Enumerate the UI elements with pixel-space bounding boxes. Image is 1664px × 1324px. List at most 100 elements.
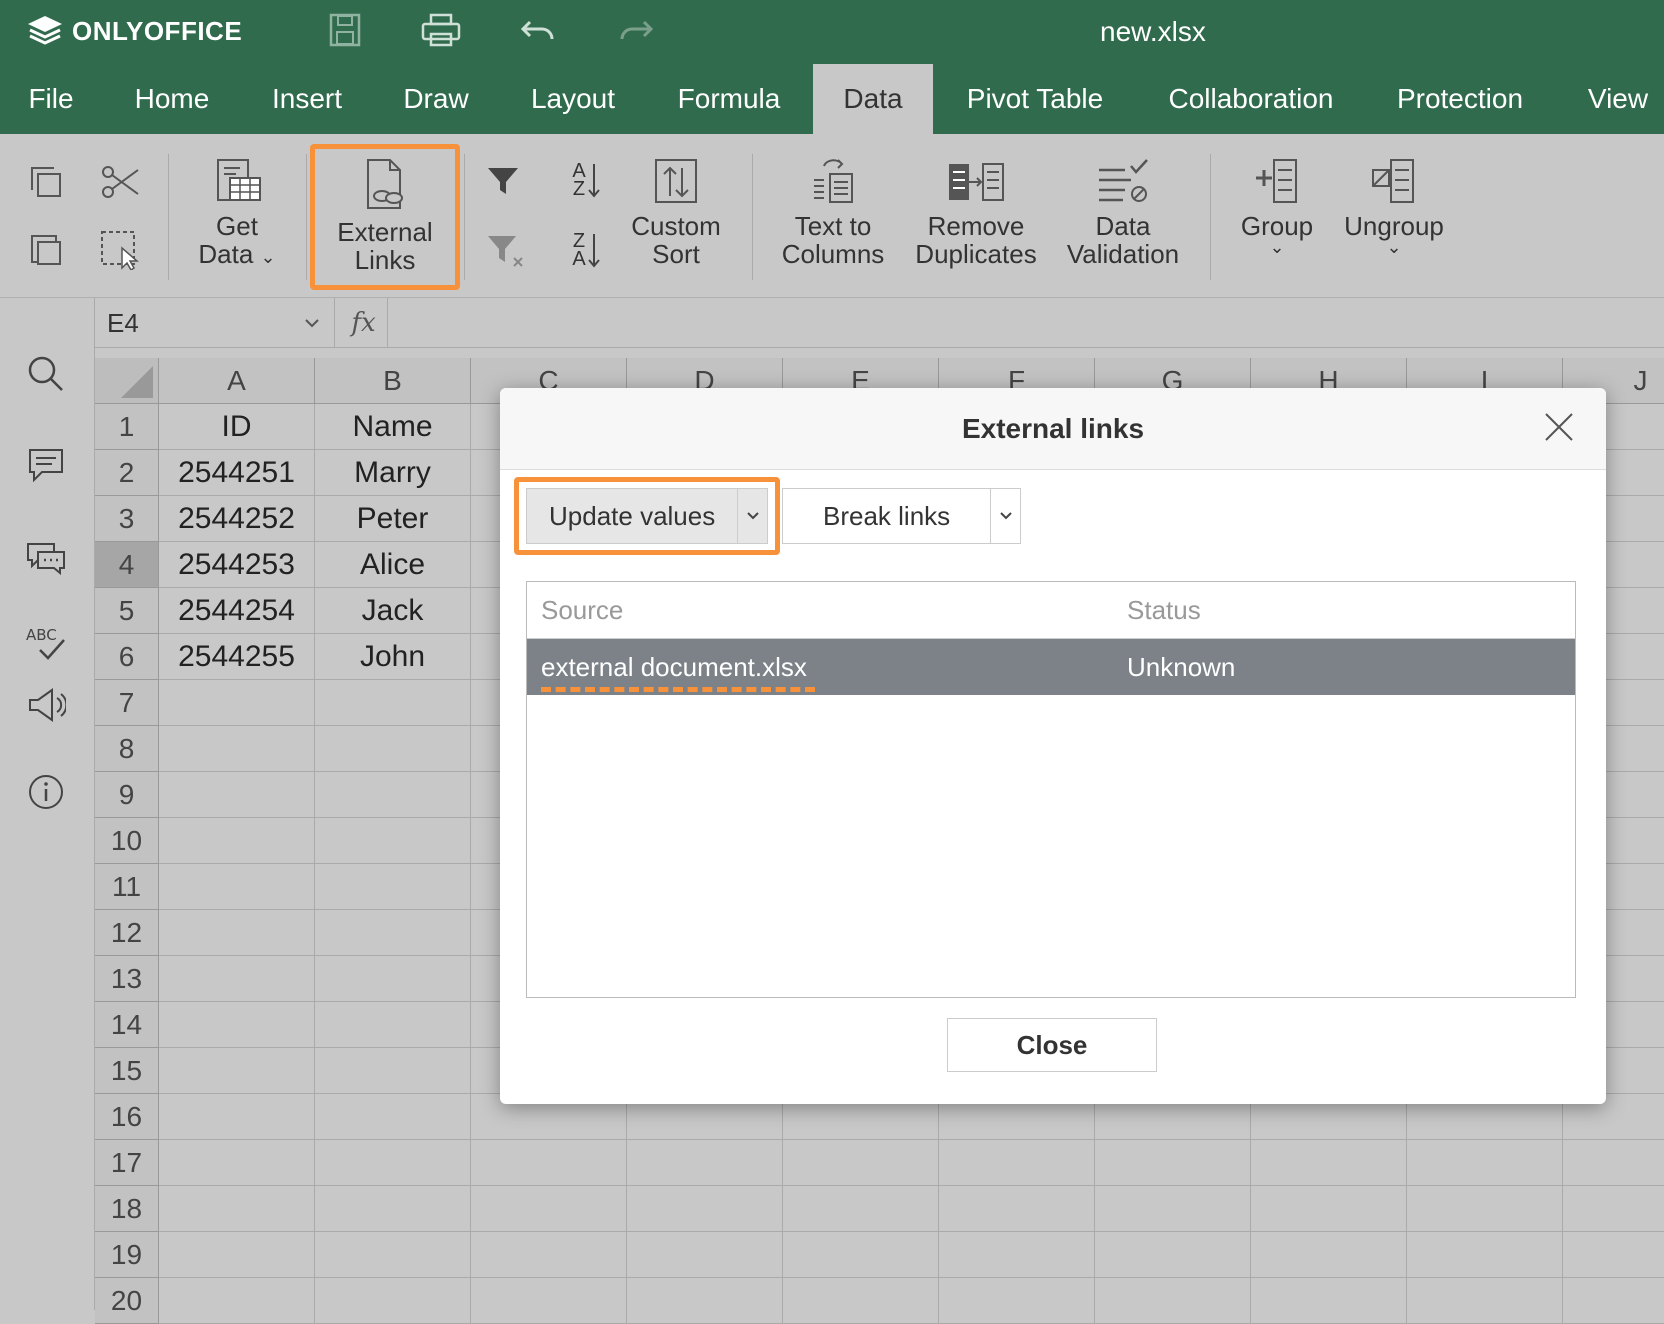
print-icon[interactable]: [420, 12, 462, 53]
tab-draw[interactable]: Draw: [392, 64, 480, 134]
cell-a18[interactable]: [159, 1186, 315, 1232]
row-header-13[interactable]: 13: [95, 956, 159, 1002]
row-header-11[interactable]: 11: [95, 864, 159, 910]
row-header-19[interactable]: 19: [95, 1232, 159, 1278]
break-links-button[interactable]: Break links: [782, 488, 1022, 544]
undo-icon[interactable]: [520, 16, 556, 51]
cell-b7[interactable]: [315, 680, 471, 726]
row-header-6[interactable]: 6: [95, 634, 159, 680]
paste-icon[interactable]: [28, 230, 64, 272]
cell-b10[interactable]: [315, 818, 471, 864]
cell-a20[interactable]: [159, 1278, 315, 1324]
sort-descending-button[interactable]: ZA: [562, 231, 600, 269]
row-header-9[interactable]: 9: [95, 772, 159, 818]
cell-j19[interactable]: [1563, 1232, 1664, 1278]
cell-a10[interactable]: [159, 818, 315, 864]
cell-b6[interactable]: John: [315, 634, 471, 680]
formula-input[interactable]: [389, 298, 1664, 348]
cell-i17[interactable]: [1407, 1140, 1563, 1186]
cell-d20[interactable]: [627, 1278, 783, 1324]
row-header-4[interactable]: 4: [95, 542, 159, 588]
table-row[interactable]: external document.xlsx Unknown: [527, 639, 1575, 695]
cell-b19[interactable]: [315, 1232, 471, 1278]
chevron-down-icon[interactable]: [737, 489, 767, 543]
cell-d18[interactable]: [627, 1186, 783, 1232]
cell-i20[interactable]: [1407, 1278, 1563, 1324]
row-header-18[interactable]: 18: [95, 1186, 159, 1232]
cell-i18[interactable]: [1407, 1186, 1563, 1232]
group-button[interactable]: Group ⌄: [1232, 156, 1322, 256]
cell-b18[interactable]: [315, 1186, 471, 1232]
column-header-a[interactable]: A: [159, 358, 315, 404]
cell-b15[interactable]: [315, 1048, 471, 1094]
cell-j17[interactable]: [1563, 1140, 1664, 1186]
tab-data[interactable]: Data: [813, 64, 933, 134]
external-links-button[interactable]: External Links: [325, 156, 445, 274]
row-header-3[interactable]: 3: [95, 496, 159, 542]
cell-b8[interactable]: [315, 726, 471, 772]
select-all-corner[interactable]: [95, 358, 159, 404]
cell-c18[interactable]: [471, 1186, 627, 1232]
cell-g17[interactable]: [1095, 1140, 1251, 1186]
cell-b11[interactable]: [315, 864, 471, 910]
chevron-down-icon[interactable]: [990, 489, 1020, 543]
column-header-b[interactable]: B: [315, 358, 471, 404]
feedback-icon[interactable]: [26, 686, 68, 729]
cell-b1[interactable]: Name: [315, 404, 471, 450]
cell-b3[interactable]: Peter: [315, 496, 471, 542]
cell-a17[interactable]: [159, 1140, 315, 1186]
cell-b14[interactable]: [315, 1002, 471, 1048]
tab-protection[interactable]: Protection: [1386, 64, 1534, 134]
cell-b2[interactable]: Marry: [315, 450, 471, 496]
cell-e17[interactable]: [783, 1140, 939, 1186]
row-header-8[interactable]: 8: [95, 726, 159, 772]
search-icon[interactable]: [26, 354, 66, 399]
cell-b16[interactable]: [315, 1094, 471, 1140]
cell-b17[interactable]: [315, 1140, 471, 1186]
filter-icon[interactable]: [486, 164, 520, 204]
cell-e20[interactable]: [783, 1278, 939, 1324]
cell-h17[interactable]: [1251, 1140, 1407, 1186]
cell-g19[interactable]: [1095, 1232, 1251, 1278]
tab-pivot-table[interactable]: Pivot Table: [955, 64, 1115, 134]
cell-f18[interactable]: [939, 1186, 1095, 1232]
cell-a2[interactable]: 2544251: [159, 450, 315, 496]
info-icon[interactable]: [26, 772, 66, 817]
cell-b4[interactable]: Alice: [315, 542, 471, 588]
cell-f19[interactable]: [939, 1232, 1095, 1278]
cell-a5[interactable]: 2544254: [159, 588, 315, 634]
cell-g20[interactable]: [1095, 1278, 1251, 1324]
cell-b9[interactable]: [315, 772, 471, 818]
cell-h20[interactable]: [1251, 1278, 1407, 1324]
row-header-1[interactable]: 1: [95, 404, 159, 450]
cell-a3[interactable]: 2544252: [159, 496, 315, 542]
save-icon[interactable]: [328, 12, 362, 53]
get-data-button[interactable]: Get Data ⌄: [192, 156, 282, 271]
redo-icon[interactable]: [618, 16, 654, 51]
cell-h18[interactable]: [1251, 1186, 1407, 1232]
cell-e18[interactable]: [783, 1186, 939, 1232]
row-header-12[interactable]: 12: [95, 910, 159, 956]
clear-filter-icon[interactable]: [486, 232, 526, 274]
update-values-button[interactable]: Update values: [526, 488, 769, 544]
row-header-2[interactable]: 2: [95, 450, 159, 496]
ungroup-button[interactable]: Ungroup ⌄: [1340, 156, 1448, 256]
cell-b13[interactable]: [315, 956, 471, 1002]
tab-insert[interactable]: Insert: [254, 64, 360, 134]
cell-d19[interactable]: [627, 1232, 783, 1278]
tab-view[interactable]: View: [1580, 64, 1656, 134]
custom-sort-button[interactable]: Custom Sort: [624, 156, 728, 268]
cell-a7[interactable]: [159, 680, 315, 726]
cell-b5[interactable]: Jack: [315, 588, 471, 634]
cell-a8[interactable]: [159, 726, 315, 772]
tab-home[interactable]: Home: [112, 64, 232, 134]
cell-a1[interactable]: ID: [159, 404, 315, 450]
tab-layout[interactable]: Layout: [518, 64, 628, 134]
chat-icon[interactable]: [26, 538, 66, 581]
function-button[interactable]: fx: [340, 298, 388, 348]
data-validation-button[interactable]: Data Validation: [1062, 156, 1184, 268]
cell-h19[interactable]: [1251, 1232, 1407, 1278]
row-header-15[interactable]: 15: [95, 1048, 159, 1094]
cell-e19[interactable]: [783, 1232, 939, 1278]
close-button[interactable]: Close: [947, 1018, 1157, 1072]
